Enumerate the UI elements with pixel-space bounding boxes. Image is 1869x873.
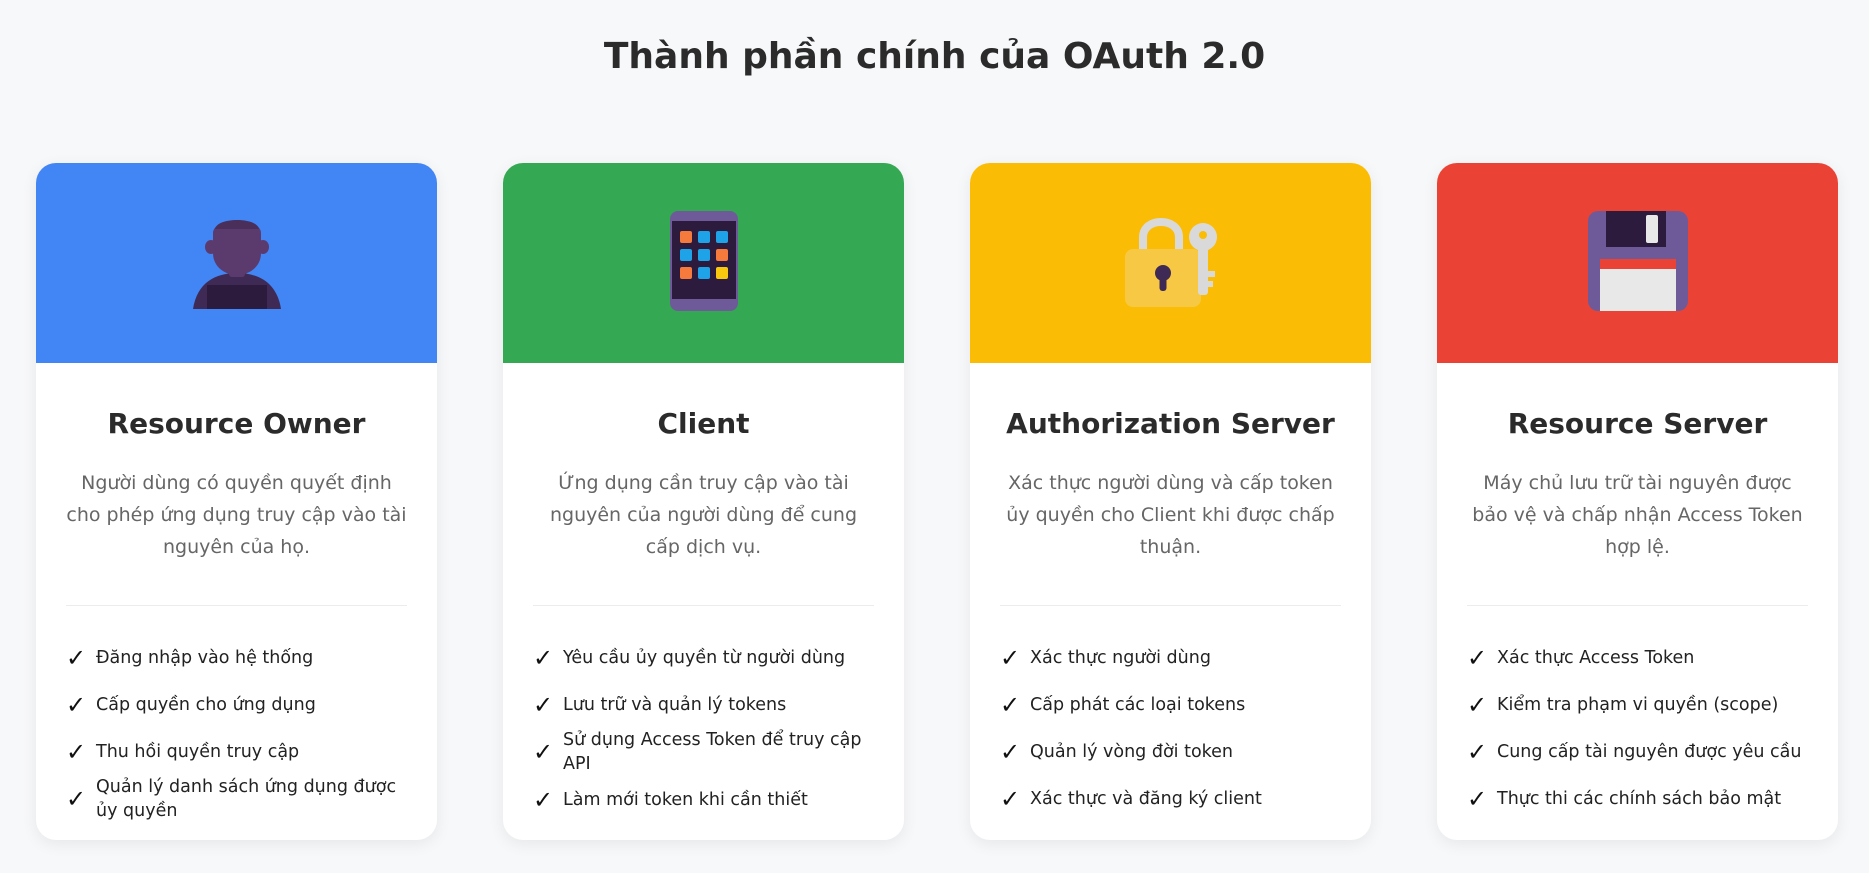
feature-text: Quản lý vòng đời token <box>1030 741 1234 762</box>
check-icon: ✓ <box>1467 784 1488 813</box>
feature-text: Lưu trữ và quản lý tokens <box>563 694 787 715</box>
feature-item: ✓ Cấp phát các loại tokens <box>1000 681 1341 728</box>
components-grid: Resource Owner Người dùng có quyền quyết… <box>36 163 1838 840</box>
check-icon: ✓ <box>1467 643 1488 672</box>
feature-item: ✓ Quản lý vòng đời token <box>1000 728 1341 775</box>
card-title: Resource Owner <box>107 407 366 440</box>
card-resource-server: Resource Server Máy chủ lưu trữ tài nguy… <box>1437 163 1838 840</box>
divider <box>1467 605 1808 606</box>
feature-text: Thực thi các chính sách bảo mật <box>1497 788 1782 809</box>
page-title: Thành phần chính của OAuth 2.0 <box>603 36 1266 77</box>
feature-text: Xác thực người dùng <box>1030 647 1211 668</box>
feature-item: ✓ Sử dụng Access Token để truy cập API <box>533 728 874 776</box>
feature-text: Xác thực và đăng ký client <box>1030 788 1262 809</box>
feature-text: Yêu cầu ủy quyền từ người dùng <box>563 647 846 668</box>
check-icon: ✓ <box>66 785 87 813</box>
feature-item: ✓ Quản lý danh sách ứng dụng được ủy quyề… <box>66 775 407 823</box>
feature-item: ✓ Làm mới token khi cần thiết <box>533 776 874 823</box>
check-icon: ✓ <box>1000 737 1021 766</box>
feature-item: ✓ Yêu cầu ủy quyền từ người dùng <box>533 634 874 681</box>
feature-item: ✓ Cấp quyền cho ứng dụng <box>66 681 407 728</box>
feature-item: ✓ Thực thi các chính sách bảo mật <box>1467 775 1808 822</box>
check-icon: ✓ <box>1000 643 1021 672</box>
card-description: Máy chủ lưu trữ tài nguyên được bảo vệ v… <box>1472 472 1803 558</box>
card-title: Client <box>657 407 750 440</box>
feature-item: ✓ Lưu trữ và quản lý tokens <box>533 681 874 728</box>
feature-list: ✓ Xác thực Access Token ✓ Kiểm tra phạm vi… <box>1467 634 1808 822</box>
check-icon: ✓ <box>1000 784 1021 813</box>
feature-text: Cấp quyền cho ứng dụng <box>96 694 316 715</box>
check-icon: ✓ <box>66 737 87 766</box>
feature-list: ✓ Đăng nhập vào hệ thống ✓ Cấp quyền cho ứ… <box>66 634 407 823</box>
card-authorization-server: Authorization Server Xác thực người dùng… <box>970 163 1371 840</box>
feature-item: ✓ Thu hồi quyền truy cập <box>66 728 407 775</box>
feature-text: Làm mới token khi cần thiết <box>563 789 808 810</box>
lock-key-icon <box>1121 211 1221 315</box>
check-icon: ✓ <box>533 738 554 766</box>
feature-item: ✓ Cung cấp tài nguyên được yêu cầu <box>1467 728 1808 775</box>
card-client: Client Ứng dụng cần truy cập vào tài ngu… <box>503 163 904 840</box>
feature-list: ✓ Xác thực người dùng ✓ Cấp phát các loại … <box>1000 634 1341 822</box>
feature-text: Sử dụng Access Token để truy cập API <box>563 730 862 774</box>
feature-item: ✓ Đăng nhập vào hệ thống <box>66 634 407 681</box>
card-title: Resource Server <box>1507 407 1768 440</box>
check-icon: ✓ <box>1467 690 1488 719</box>
feature-text: Quản lý danh sách ứng dụng được ủy quyền <box>96 777 397 821</box>
feature-text: Đăng nhập vào hệ thống <box>96 647 314 668</box>
feature-item: ✓ Xác thực người dùng <box>1000 634 1341 681</box>
check-icon: ✓ <box>533 785 554 814</box>
feature-list: ✓ Yêu cầu ủy quyền từ người dùng ✓ Lưu trữ… <box>533 634 874 823</box>
card-header <box>503 163 904 363</box>
app-grid-phone-icon <box>668 209 740 317</box>
feature-text: Kiểm tra phạm vi quyền (scope) <box>1497 694 1779 715</box>
card-description: Ứng dụng cần truy cập vào tài nguyên của… <box>549 472 858 558</box>
feature-text: Cung cấp tài nguyên được yêu cầu <box>1497 741 1802 762</box>
check-icon: ✓ <box>533 690 554 719</box>
card-resource-owner: Resource Owner Người dùng có quyền quyết… <box>36 163 437 840</box>
card-header <box>36 163 437 363</box>
feature-item: ✓ Xác thực và đăng ký client <box>1000 775 1341 822</box>
feature-item: ✓ Kiểm tra phạm vi quyền (scope) <box>1467 681 1808 728</box>
check-icon: ✓ <box>1467 737 1488 766</box>
floppy-disk-icon <box>1587 211 1688 315</box>
check-icon: ✓ <box>1000 690 1021 719</box>
check-icon: ✓ <box>66 643 87 672</box>
feature-item: ✓ Xác thực Access Token <box>1467 634 1808 681</box>
person-icon <box>189 213 285 313</box>
card-header <box>970 163 1371 363</box>
divider <box>1000 605 1341 606</box>
feature-text: Xác thực Access Token <box>1497 647 1695 668</box>
feature-text: Thu hồi quyền truy cập <box>96 741 300 762</box>
check-icon: ✓ <box>66 690 87 719</box>
card-description: Người dùng có quyền quyết định cho phép … <box>66 472 407 558</box>
card-title: Authorization Server <box>1006 407 1335 440</box>
card-header <box>1437 163 1838 363</box>
check-icon: ✓ <box>533 643 554 672</box>
feature-text: Cấp phát các loại tokens <box>1030 694 1246 715</box>
divider <box>533 605 874 606</box>
divider <box>66 605 407 606</box>
card-description: Xác thực người dùng và cấp token ủy quyề… <box>1006 472 1335 558</box>
